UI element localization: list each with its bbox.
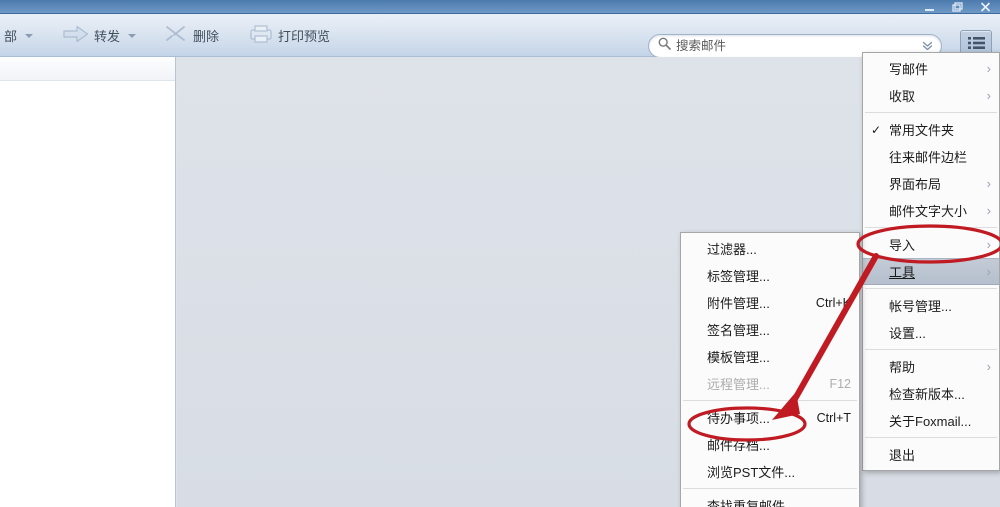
main-menu-item-label: 帮助 bbox=[889, 360, 916, 375]
main-menu-item-label: 检查新版本... bbox=[889, 387, 965, 402]
main-menu-item-label: 常用文件夹 bbox=[889, 123, 955, 138]
main-menu-item[interactable]: 检查新版本... bbox=[863, 380, 999, 407]
main-menu-item[interactable]: 写邮件 › bbox=[863, 55, 999, 82]
main-menu-item-label: 关于Foxmail... bbox=[889, 414, 972, 429]
toolbar-print-preview-label: 打印预览 bbox=[278, 29, 331, 44]
printer-icon bbox=[249, 24, 273, 47]
main-menu-item[interactable]: 帐号管理... bbox=[863, 292, 999, 319]
toolbar-all-label: 部 bbox=[4, 29, 18, 44]
toolbar-print-preview-button[interactable]: 打印预览 bbox=[241, 20, 338, 52]
tools-submenu-popup[interactable]: 过滤器... 标签管理... 附件管理... Ctrl+K 签名管理... 模板管理...… bbox=[680, 232, 860, 507]
tools-submenu-item[interactable]: 标签管理... bbox=[681, 262, 859, 289]
toolbar-forward-label: 转发 bbox=[94, 29, 121, 44]
tools-submenu-item[interactable]: 签名管理... bbox=[681, 316, 859, 343]
chevron-down-icon bbox=[25, 33, 34, 38]
main-menu-separator bbox=[865, 227, 997, 228]
search-input[interactable] bbox=[676, 39, 917, 53]
main-menu-separator bbox=[865, 437, 997, 438]
toolbar: 部 转发 删除 打印预览 搜索邮件 bbox=[0, 14, 1000, 60]
tools-submenu-item-label: 查找重复邮件... bbox=[707, 499, 796, 507]
tools-submenu-item-shortcut: F12 bbox=[829, 376, 851, 391]
main-menu-item-label: 导入 bbox=[889, 238, 916, 253]
main-menu-item-label: 帐号管理... bbox=[889, 299, 952, 314]
main-menu-item[interactable]: 退出 bbox=[863, 441, 999, 468]
chevron-right-icon: › bbox=[986, 264, 991, 279]
main-menu-item-label: 工具 bbox=[889, 265, 916, 280]
main-menu-popup[interactable]: 写邮件 › 收取 › ✓ 常用文件夹往来邮件边栏 界面布局 › 邮件文字大小 › 导入 › 工具 › 帐号管… bbox=[862, 52, 1000, 471]
restore-icon[interactable] bbox=[952, 2, 966, 12]
tools-submenu-item-label: 过滤器... bbox=[707, 242, 757, 257]
main-menu-item[interactable]: 设置... bbox=[863, 319, 999, 346]
chevron-right-icon: › bbox=[986, 237, 991, 252]
main-menu-item[interactable]: 邮件文字大小 › bbox=[863, 197, 999, 224]
toolbar-delete-label: 删除 bbox=[193, 29, 220, 44]
tools-submenu-item-shortcut: Ctrl+T bbox=[816, 410, 851, 425]
tools-submenu-item[interactable]: 模板管理... bbox=[681, 343, 859, 370]
main-menu-item-label: 写邮件 bbox=[889, 62, 929, 77]
minimize-icon[interactable] bbox=[924, 2, 938, 12]
tools-submenu-item[interactable]: 待办事项... Ctrl+T bbox=[681, 404, 859, 431]
tools-submenu-item-label: 标签管理... bbox=[707, 269, 770, 284]
chevron-right-icon: › bbox=[986, 176, 991, 191]
search-icon bbox=[658, 37, 671, 55]
tools-submenu-item-label: 模板管理... bbox=[707, 350, 770, 365]
main-menu-separator bbox=[865, 288, 997, 289]
tools-submenu-item-label: 待办事项... bbox=[707, 411, 770, 426]
main-menu-item-label: 收取 bbox=[889, 89, 916, 104]
tools-submenu-item-label: 签名管理... bbox=[707, 323, 770, 338]
chevron-down-icon bbox=[128, 33, 137, 38]
tools-submenu-item[interactable]: 附件管理... Ctrl+K bbox=[681, 289, 859, 316]
tools-submenu-separator bbox=[683, 400, 857, 401]
main-menu-item-label: 往来邮件边栏 bbox=[889, 150, 968, 165]
delete-icon bbox=[164, 24, 188, 47]
tools-submenu-item-label: 附件管理... bbox=[707, 296, 770, 311]
main-menu-item[interactable]: ✓ 常用文件夹 bbox=[863, 116, 999, 143]
tools-submenu-item[interactable]: 邮件存档... bbox=[681, 431, 859, 458]
tools-submenu-item[interactable]: 过滤器... bbox=[681, 235, 859, 262]
main-menu-separator bbox=[865, 112, 997, 113]
title-bar bbox=[0, 0, 1000, 14]
tools-submenu-item-label: 远程管理... bbox=[707, 377, 770, 392]
toolbar-delete-button[interactable]: 删除 bbox=[156, 20, 227, 52]
mail-list-header bbox=[0, 57, 175, 81]
close-icon[interactable] bbox=[980, 2, 994, 12]
tools-submenu-item-label: 浏览PST文件... bbox=[707, 465, 796, 480]
window-controls bbox=[924, 0, 994, 14]
main-menu-item-label: 邮件文字大小 bbox=[889, 204, 968, 219]
chevron-right-icon: › bbox=[986, 61, 991, 76]
main-menu-item[interactable]: 界面布局 › bbox=[863, 170, 999, 197]
chevron-right-icon: › bbox=[986, 88, 991, 103]
chevron-right-icon: › bbox=[986, 359, 991, 374]
tools-submenu-item[interactable]: 浏览PST文件... bbox=[681, 458, 859, 485]
main-menu-separator bbox=[865, 349, 997, 350]
main-menu-item[interactable]: 工具 › bbox=[863, 258, 999, 285]
toolbar-items: 部 转发 删除 打印预览 bbox=[0, 14, 338, 57]
main-menu-item[interactable]: 导入 › bbox=[863, 231, 999, 258]
check-icon: ✓ bbox=[871, 122, 882, 137]
tools-submenu-item: 远程管理... F12 bbox=[681, 370, 859, 397]
chevron-right-icon: › bbox=[986, 203, 991, 218]
tools-submenu-item-shortcut: Ctrl+K bbox=[815, 295, 851, 310]
tools-submenu-item-label: 邮件存档... bbox=[707, 438, 770, 453]
main-menu-item-label: 界面布局 bbox=[889, 177, 942, 192]
main-menu-item[interactable]: 关于Foxmail... bbox=[863, 407, 999, 434]
arrow-right-icon bbox=[63, 25, 89, 46]
tools-submenu-separator bbox=[683, 488, 857, 489]
main-menu-item[interactable]: 收取 › bbox=[863, 82, 999, 109]
main-menu-item-label: 设置... bbox=[889, 326, 926, 341]
tools-submenu-item[interactable]: 查找重复邮件... bbox=[681, 492, 859, 507]
toolbar-forward-button[interactable]: 转发 bbox=[55, 20, 144, 52]
mail-list-panel bbox=[0, 57, 176, 507]
main-menu-item[interactable]: 帮助 › bbox=[863, 353, 999, 380]
main-menu-item[interactable]: 往来邮件边栏 bbox=[863, 143, 999, 170]
toolbar-all-dropdown[interactable]: 部 bbox=[0, 20, 41, 52]
main-menu-item-label: 退出 bbox=[889, 448, 916, 463]
